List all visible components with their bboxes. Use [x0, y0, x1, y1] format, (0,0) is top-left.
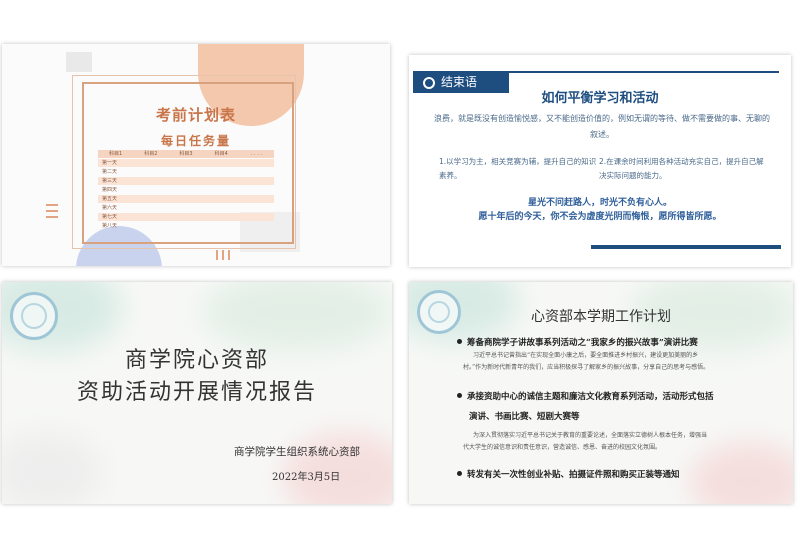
slide-thumbnail-conclusion[interactable]: 结束语 如何平衡学习和活动 浪费，就是既没有创造愉悦感，又不能创造价值的，例如无…: [409, 55, 791, 267]
table-row: 第六天: [102, 205, 118, 211]
column-header: 科目4: [214, 151, 228, 157]
decorative-line: [509, 71, 779, 73]
table-row: 第七天: [98, 213, 274, 221]
slide-paragraph: 浪费，就是既没有创造愉悦感，又不能创造价值的，例如无谓的等待、做不需要做的事、无…: [434, 114, 770, 139]
decorative-bar: [591, 245, 781, 249]
slide-subtitle: 每日任务量: [160, 134, 231, 148]
watercolor-wash: [2, 432, 102, 504]
table-row: 第三天: [98, 177, 274, 185]
column-header: 科目1: [109, 151, 123, 157]
bullet-icon: [457, 339, 462, 344]
decorative-block: [66, 52, 92, 72]
bullet-icon: [457, 471, 462, 476]
report-title-line2: 资助活动开展情况报告: [76, 380, 317, 405]
bullet-text: 转发有关一次性创业补贴、拍摄证件照和购买正装等通知: [467, 470, 680, 480]
table-row: 第五天: [98, 195, 274, 203]
slide-heading: 如何平衡学习和活动: [541, 91, 659, 106]
plan-bullet: 筹备商院学子讲故事系列活动之“我家乡的振兴故事”演讲比赛: [457, 336, 698, 348]
table-row: 第一天: [98, 159, 274, 167]
point-one: 1.以学习为主，相关竞赛为辅，提升自己的知识素养。: [439, 157, 597, 180]
school-emblem: [10, 292, 58, 340]
organization-name: 商学院学生组织系统心资部: [234, 446, 360, 458]
bullet-detail: 为深入贯彻落实习近平总书记关于教育的重要论述，全面落实立德树人根本任务，增强当: [473, 432, 708, 439]
bullet-text: 承接资助中心的诚信主题和廉洁文化教育系列活动，活动形式包括: [467, 392, 714, 402]
decorative-dash: [216, 250, 218, 260]
highlight-text: 愿十年后的今天，你不会为虚度光阴而悔恨，愿所得皆所愿。: [478, 212, 722, 222]
slide-thumbnail-report-cover[interactable]: 商学院心资部 资助活动开展情况报告 商学院学生组织系统心资部 2022年3月5日: [2, 282, 392, 504]
plan-bullet: 承接资助中心的诚信主题和廉洁文化教育系列活动，活动形式包括: [457, 390, 714, 402]
slide-thumbnail-exam-plan[interactable]: 考前计划表 每日任务量 科目1 科目2 科目3 科目4 . . . . 第一天 …: [2, 44, 390, 266]
bullet-detail: 代大学生的诚信意识和责任意识，营造诚信、感恩、奋进的校园文化氛围。: [463, 444, 662, 451]
slide-thumbnail-work-plan[interactable]: 心资部本学期工作计划 筹备商院学子讲故事系列活动之“我家乡的振兴故事”演讲比赛 …: [409, 282, 793, 504]
plan-table: 科目1 科目2 科目3 科目4 . . . . 第一天 第二天 第三天 第四天 …: [98, 150, 274, 230]
bullet-text: 筹备商院学子讲故事系列活动之“我家乡的振兴故事”演讲比赛: [467, 338, 698, 348]
report-title-line1: 商学院心资部: [124, 348, 269, 373]
column-header: 科目3: [179, 151, 193, 157]
table-header: 科目1 科目2 科目3 科目4 . . . .: [98, 150, 274, 158]
bullet-detail: 习近平总书记曾指出“在实现全面小康之后，要全面推进乡村振兴，建设更加美丽的乡: [473, 352, 699, 359]
decorative-dash: [46, 210, 58, 212]
point-two: 2.在课余时间利用各种活动充实自己，提升自己解决实际问题的能力。: [599, 157, 764, 180]
bullet-text-continued: 演讲、书画比赛、短剧大赛等: [469, 412, 580, 422]
table-row: 第八天: [102, 223, 118, 229]
slide-title: 考前计划表: [155, 106, 236, 124]
bullet-icon: [457, 393, 462, 398]
decorative-dash: [222, 250, 224, 260]
bullet-detail: 村。”作为新时代新青年的我们，应当积极探寻了解家乡的振兴故事，分享自己的思考与感…: [463, 364, 710, 371]
decorative-dash: [46, 216, 58, 218]
decorative-dash: [46, 204, 58, 206]
plan-bullet: 转发有关一次性创业补贴、拍摄证件照和购买正装等通知: [457, 468, 680, 480]
column-header: . . . .: [250, 151, 262, 157]
highlight-text: 星光不问赶路人，时光不负有心人。: [527, 198, 672, 208]
table-row: 第四天: [102, 187, 118, 193]
report-date: 2022年3月5日: [272, 472, 341, 483]
decorative-dash: [228, 250, 230, 260]
slide-title: 心资部本学期工作计划: [531, 309, 671, 325]
table-row: 第二天: [102, 169, 118, 175]
column-header: 科目2: [144, 151, 158, 157]
